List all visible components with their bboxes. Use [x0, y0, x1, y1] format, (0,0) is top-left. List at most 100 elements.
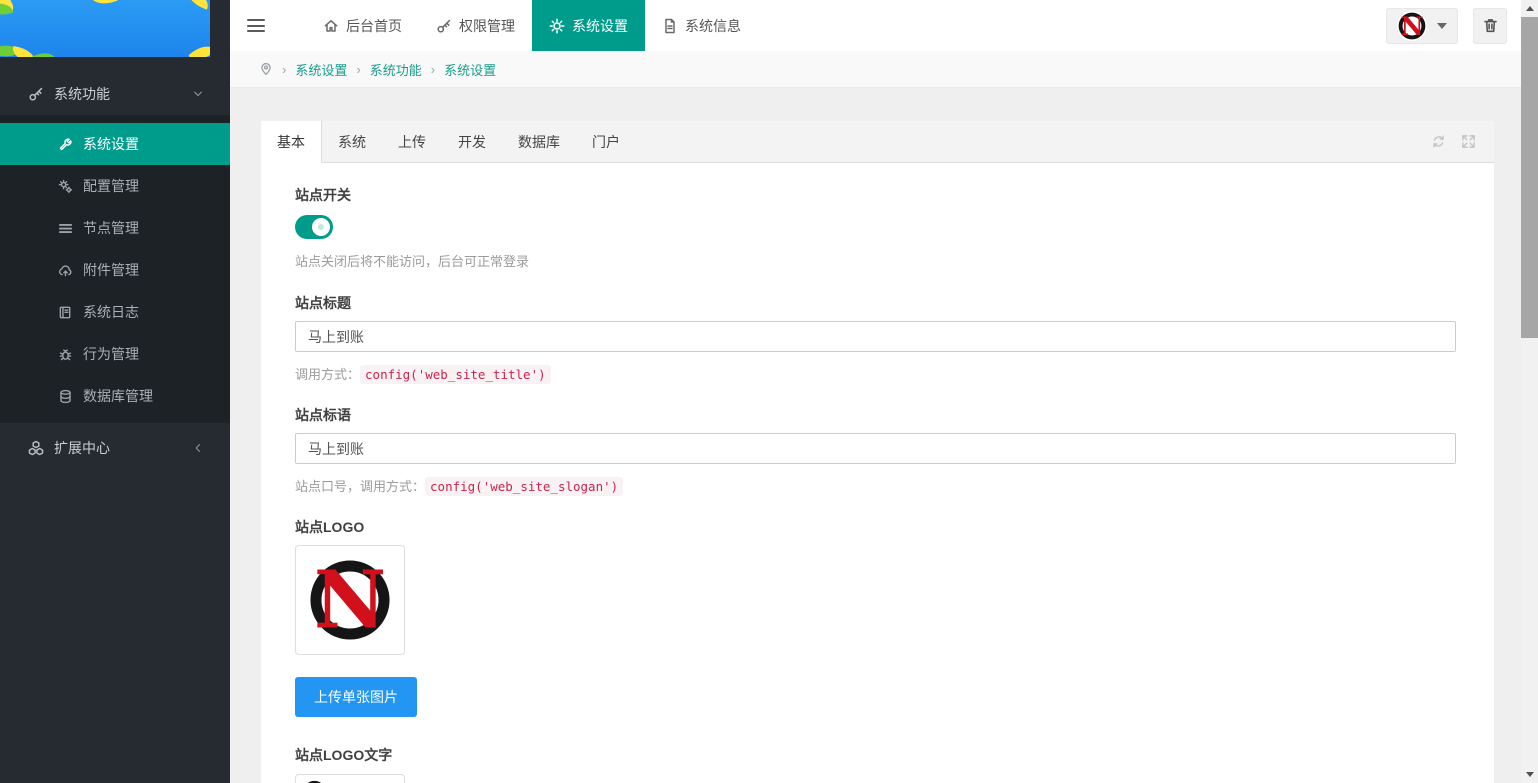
scrollbar-down-arrow[interactable] — [1521, 766, 1538, 783]
database-icon — [58, 389, 73, 404]
admin-window: 系统功能 系统设置 配置管理 — [0, 0, 1538, 783]
expand-icon[interactable] — [1461, 134, 1476, 149]
sidebar-submenu: 系统设置 配置管理 节点管理 — [0, 115, 230, 423]
tab-upload[interactable]: 上传 — [382, 121, 442, 162]
settings-tabstrip: 基本 系统 上传 开发 数据库 门户 — [261, 121, 1494, 163]
sidebar-item-database-management[interactable]: 数据库管理 — [0, 375, 230, 417]
breadcrumb-link[interactable]: 系统功能 — [370, 60, 422, 79]
toggle-knob — [312, 218, 330, 236]
settings-card: 基本 系统 上传 开发 数据库 门户 站点开关 — [261, 121, 1494, 783]
sidebar-item-label: 数据库管理 — [83, 386, 153, 406]
cubes-icon — [28, 440, 44, 456]
clear-cache-button[interactable] — [1473, 8, 1507, 44]
wrench-icon — [58, 137, 73, 152]
top-nav-item-system-settings[interactable]: 系统设置 — [532, 0, 645, 51]
top-nav-item-permissions[interactable]: 权限管理 — [419, 0, 532, 51]
page-scrollbar — [1521, 0, 1538, 783]
chevron-left-icon — [192, 442, 204, 454]
top-nav-label: 权限管理 — [459, 16, 515, 36]
sidebar-item-system-settings[interactable]: 系统设置 — [0, 123, 230, 165]
sidebar-item-attachment-management[interactable]: 附件管理 — [0, 249, 230, 291]
site-title-label: 站点标题 — [295, 293, 1456, 313]
user-menu-button[interactable]: N — [1386, 8, 1458, 44]
main-content: 基本 系统 上传 开发 数据库 门户 站点开关 — [230, 88, 1521, 783]
sidebar-item-label: 配置管理 — [83, 176, 139, 196]
tab-basic[interactable]: 基本 — [261, 121, 322, 163]
tab-database[interactable]: 数据库 — [502, 121, 576, 162]
top-nav-tabs: 后台首页 权限管理 系统设置 系统信息 — [306, 0, 758, 51]
sidebar-section-system-functions[interactable]: 系统功能 — [0, 73, 230, 115]
sidebar-item-node-management[interactable]: 节点管理 — [0, 207, 230, 249]
scrollbar-thumb[interactable] — [1521, 17, 1538, 338]
svg-text:N: N — [314, 554, 386, 646]
breadcrumb-link[interactable]: 系统设置 — [444, 60, 496, 79]
site-switch-toggle[interactable] — [295, 215, 333, 239]
book-icon — [58, 305, 73, 320]
help-code: config('web_site_slogan') — [425, 477, 623, 496]
help-text: 调用方式： — [295, 367, 360, 382]
tab-tools — [1431, 121, 1494, 162]
field-site-slogan: 站点标语 站点口号，调用方式：config('web_site_slogan') — [295, 405, 1456, 495]
svg-text:N: N — [304, 779, 325, 783]
scrollbar-up-arrow[interactable] — [1521, 0, 1538, 17]
user-avatar: N — [1397, 11, 1427, 41]
hamburger-icon — [247, 19, 265, 32]
top-nav-label: 后台首页 — [346, 16, 402, 36]
sidebar-item-label: 行为管理 — [83, 344, 139, 364]
site-slogan-input[interactable] — [295, 433, 1456, 464]
breadcrumb-separator: › — [431, 62, 435, 77]
top-right-actions: N — [1386, 0, 1521, 51]
sidebar-item-label: 节点管理 — [83, 218, 139, 238]
site-banner-image[interactable] — [0, 0, 210, 57]
upload-single-image-button[interactable]: 上传单张图片 — [295, 677, 417, 717]
site-switch-label: 站点开关 — [295, 185, 1456, 205]
sidebar-section-label: 扩展中心 — [54, 438, 110, 458]
settings-form: 站点开关 站点关闭后将不能访问，后台可正常登录 站点标题 调用方式：config… — [261, 163, 1494, 783]
leaf-decoration — [184, 0, 210, 10]
site-slogan-help: 站点口号，调用方式：config('web_site_slogan') — [295, 476, 1456, 495]
leaf-decoration — [90, 0, 117, 9]
site-logo-text-preview: N 欧星论坛 — [295, 774, 405, 783]
svg-text:N: N — [1400, 11, 1423, 41]
list-icon — [58, 221, 73, 236]
site-logo-mini-image: N — [301, 779, 328, 783]
field-site-logo: 站点LOGO N 上传单张图片 — [295, 517, 1456, 717]
site-logo-text-label: 站点LOGO文字 — [295, 745, 1456, 765]
help-text: 站点口号，调用方式： — [295, 479, 425, 494]
map-pin-icon — [259, 62, 273, 76]
field-site-logo-text: 站点LOGO文字 N 欧星论坛 — [295, 745, 1456, 783]
tab-develop[interactable]: 开发 — [442, 121, 502, 162]
leaf-decoration — [28, 47, 56, 57]
sidebar-menu: 系统功能 系统设置 配置管理 — [0, 73, 230, 469]
breadcrumb-link[interactable]: 系统设置 — [295, 60, 347, 79]
top-nav-item-system-info[interactable]: 系统信息 — [645, 0, 758, 51]
tab-portal[interactable]: 门户 — [576, 121, 636, 162]
site-title-input[interactable] — [295, 321, 1456, 352]
sidebar-section-extension-center[interactable]: 扩展中心 — [0, 427, 230, 469]
sidebar-section-label: 系统功能 — [54, 84, 110, 104]
sidebar-item-config-management[interactable]: 配置管理 — [0, 165, 230, 207]
refresh-icon[interactable] — [1431, 134, 1446, 149]
help-code: config('web_site_title') — [360, 365, 551, 384]
sidebar-toggle-button[interactable] — [230, 0, 282, 51]
key-icon — [28, 86, 44, 102]
caret-down-icon — [1437, 23, 1447, 29]
sidebar-item-label: 系统日志 — [83, 302, 139, 322]
home-icon — [323, 18, 339, 34]
field-site-switch: 站点开关 站点关闭后将不能访问，后台可正常登录 — [295, 185, 1456, 270]
tab-system[interactable]: 系统 — [322, 121, 382, 162]
site-logo-preview: N — [295, 545, 405, 655]
breadcrumb-separator: › — [282, 62, 286, 77]
sidebar-item-system-log[interactable]: 系统日志 — [0, 291, 230, 333]
breadcrumb: › 系统设置 › 系统功能 › 系统设置 — [230, 51, 1521, 88]
site-title-help: 调用方式：config('web_site_title') — [295, 364, 1456, 383]
chevron-down-icon — [192, 88, 204, 100]
sidebar-item-behavior-management[interactable]: 行为管理 — [0, 333, 230, 375]
cloud-upload-icon — [58, 263, 73, 278]
site-logo-image: N — [304, 554, 396, 646]
top-nav-item-home[interactable]: 后台首页 — [306, 0, 419, 51]
sidebar: 系统功能 系统设置 配置管理 — [0, 0, 230, 783]
bug-icon — [58, 347, 73, 362]
field-site-title: 站点标题 调用方式：config('web_site_title') — [295, 293, 1456, 383]
sidebar-item-label: 附件管理 — [83, 260, 139, 280]
